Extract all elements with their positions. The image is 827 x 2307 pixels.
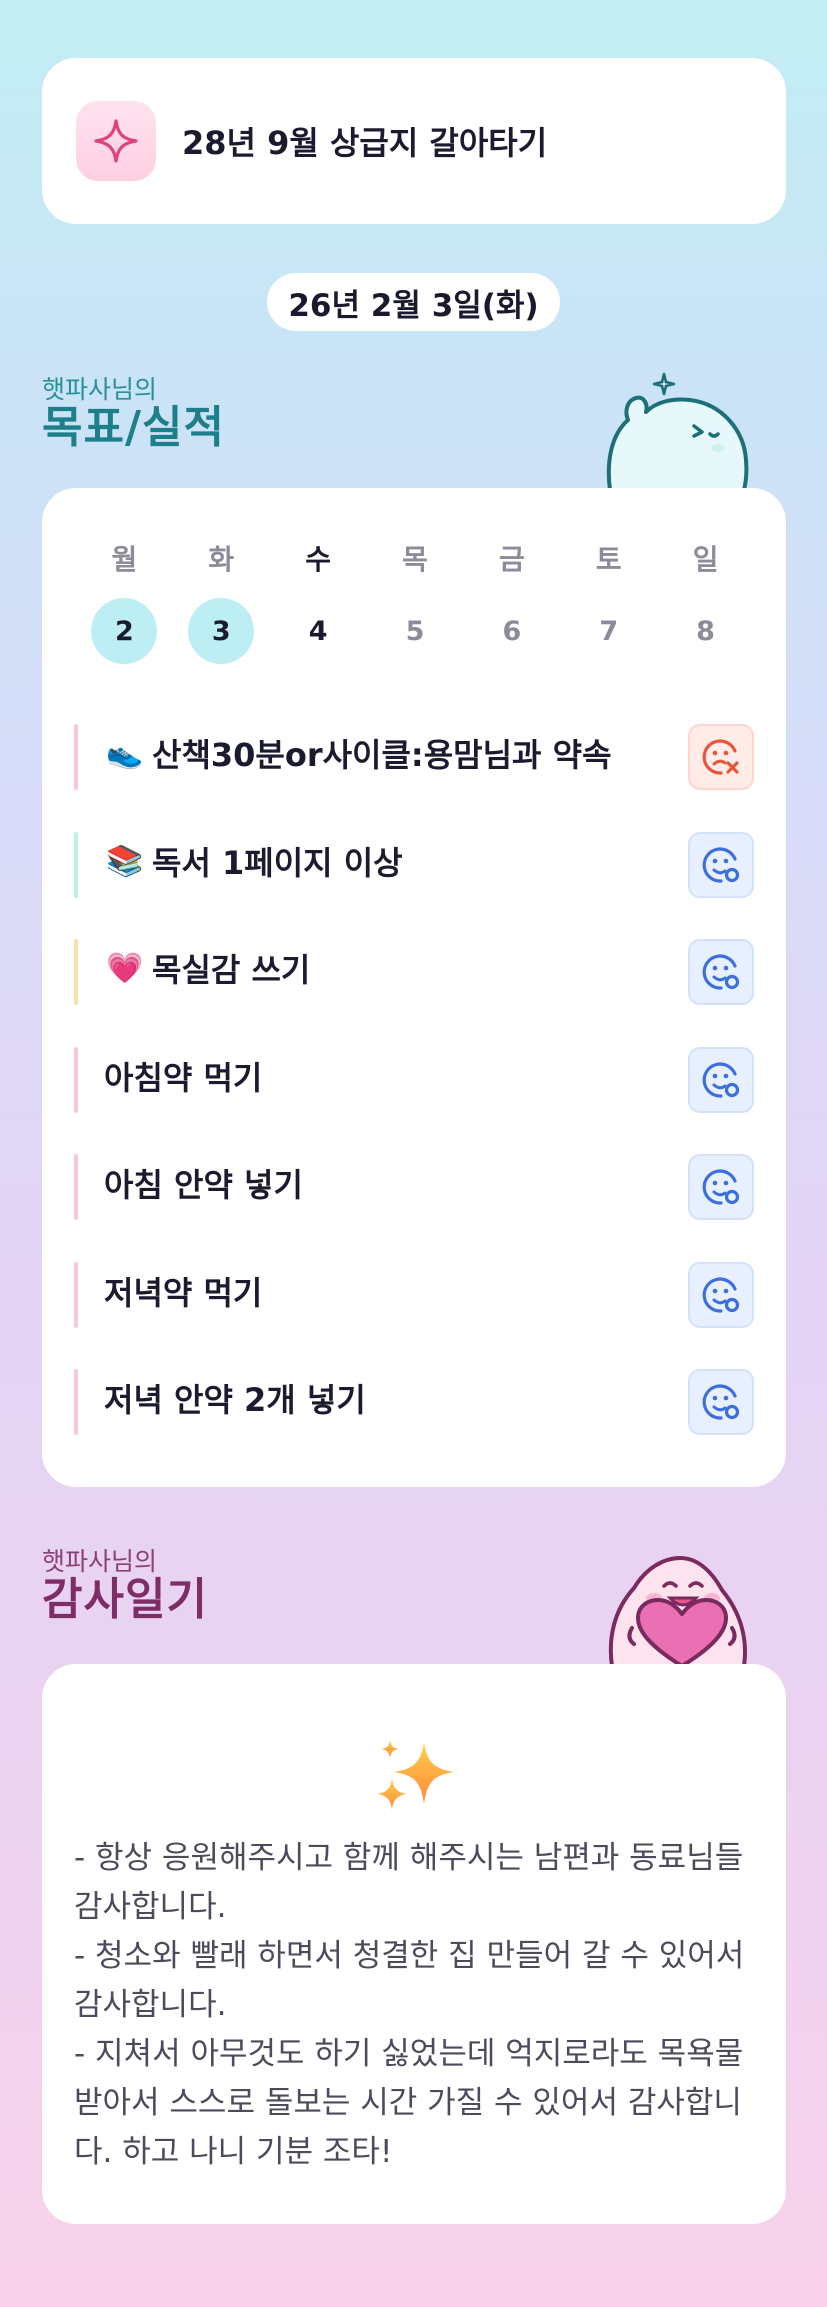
task-row[interactable]: 아침 안약 넣기 <box>42 1134 786 1242</box>
gratitude-diary-text: - 항상 응원해주시고 함께 해주시는 남편과 동료님들 감사합니다. - 청소… <box>74 1840 745 2170</box>
day-button[interactable]: 4 <box>285 598 351 664</box>
day-button[interactable]: 5 <box>382 598 448 664</box>
task-label: 저녁 안약 2개 넣기 <box>104 1381 366 1419</box>
task-color-bar <box>74 1046 78 1113</box>
task-emoji-icon: 💗 <box>106 951 144 986</box>
task-list: 👟 산책30분or사이클:용맘님과 약속 📚 독서 1페이지 이상 💗 목실감 쓰기 아침약… <box>42 704 786 1457</box>
diary-section-title: 감사일기 <box>42 1574 208 1625</box>
day-button[interactable]: 7 <box>576 598 642 664</box>
diary-section-heading: 햇파사님의 감사일기 <box>42 1548 208 1624</box>
status-missed-face-icon[interactable] <box>688 724 754 790</box>
task-row[interactable]: 👟 산책30분or사이클:용맘님과 약속 <box>42 704 786 812</box>
week-strip: 월 화 수 목 금 토 일 2345678 <box>42 540 786 664</box>
mascot-waving-icon <box>598 360 758 494</box>
status-done-face-icon[interactable] <box>688 1369 754 1435</box>
sparkle-icon <box>76 101 156 181</box>
task-color-bar <box>74 724 78 790</box>
weekday-label: 월 <box>111 543 138 576</box>
goal-card[interactable]: 28년 9월 상급지 갈아타기 <box>42 58 786 224</box>
task-label: 독서 1페이지 이상 <box>152 843 403 882</box>
day-button[interactable]: 3 <box>188 598 255 664</box>
day-button[interactable]: 8 <box>673 598 739 664</box>
status-done-face-icon[interactable] <box>688 1046 754 1113</box>
mascot-heart-icon <box>598 1538 758 1670</box>
status-done-face-icon[interactable] <box>688 939 754 1005</box>
task-emoji-icon: 📚 <box>106 843 144 879</box>
status-done-face-icon[interactable] <box>688 1154 754 1220</box>
day-button[interactable]: 6 <box>479 598 545 664</box>
task-row[interactable]: 저녁 안약 2개 넣기 <box>42 1349 786 1457</box>
weekday-label: 토 <box>595 543 622 576</box>
goals-section-title: 목표/실적 <box>42 402 225 453</box>
task-color-bar <box>74 939 78 1005</box>
weekday-label: 수 <box>305 543 332 576</box>
task-label: 아침약 먹기 <box>104 1058 263 1097</box>
diary-section-owner: 햇파사님의 <box>42 1547 158 1576</box>
date-pill[interactable]: 26년 2월 3일(화) <box>267 273 560 331</box>
goals-card: 월화수목금토일 2345678 👟 산책30분or사이클:용맘님과 약속 📚 독서 1… <box>42 488 786 1487</box>
task-color-bar <box>74 1154 78 1220</box>
weekday-label: 일 <box>692 543 719 576</box>
task-row[interactable]: 💗 목실감 쓰기 <box>42 919 786 1027</box>
sparkles-icon <box>370 1734 460 1822</box>
weekday-label: 목 <box>402 543 428 576</box>
goals-section-owner: 햇파사님의 <box>42 375 158 404</box>
task-emoji-icon: 👟 <box>106 736 144 771</box>
status-done-face-icon[interactable] <box>688 1261 754 1328</box>
weekday-label: 금 <box>498 543 525 576</box>
task-row[interactable]: 저녁약 먹기 <box>42 1242 786 1350</box>
task-color-bar <box>74 831 78 898</box>
task-color-bar <box>74 1369 78 1435</box>
task-label: 목실감 쓰기 <box>152 951 311 989</box>
gratitude-diary-card: - 항상 응원해주시고 함께 해주시는 남편과 동료님들 감사합니다. - 청소… <box>42 1664 786 2224</box>
task-row[interactable]: 📚 독서 1페이지 이상 <box>42 812 786 920</box>
task-color-bar <box>74 1261 78 1328</box>
day-button[interactable]: 2 <box>91 598 158 664</box>
status-done-face-icon[interactable] <box>688 831 754 898</box>
task-label: 아침 안약 넣기 <box>104 1166 303 1204</box>
task-row[interactable]: 아침약 먹기 <box>42 1027 786 1135</box>
task-label: 저녁약 먹기 <box>104 1273 263 1312</box>
goal-text: 28년 9월 상급지 갈아타기 <box>182 124 548 162</box>
weekday-label: 화 <box>208 543 235 576</box>
task-label: 산책30분or사이클:용맘님과 약속 <box>152 736 612 774</box>
goals-section-heading: 햇파사님의 목표/실적 <box>42 376 225 452</box>
